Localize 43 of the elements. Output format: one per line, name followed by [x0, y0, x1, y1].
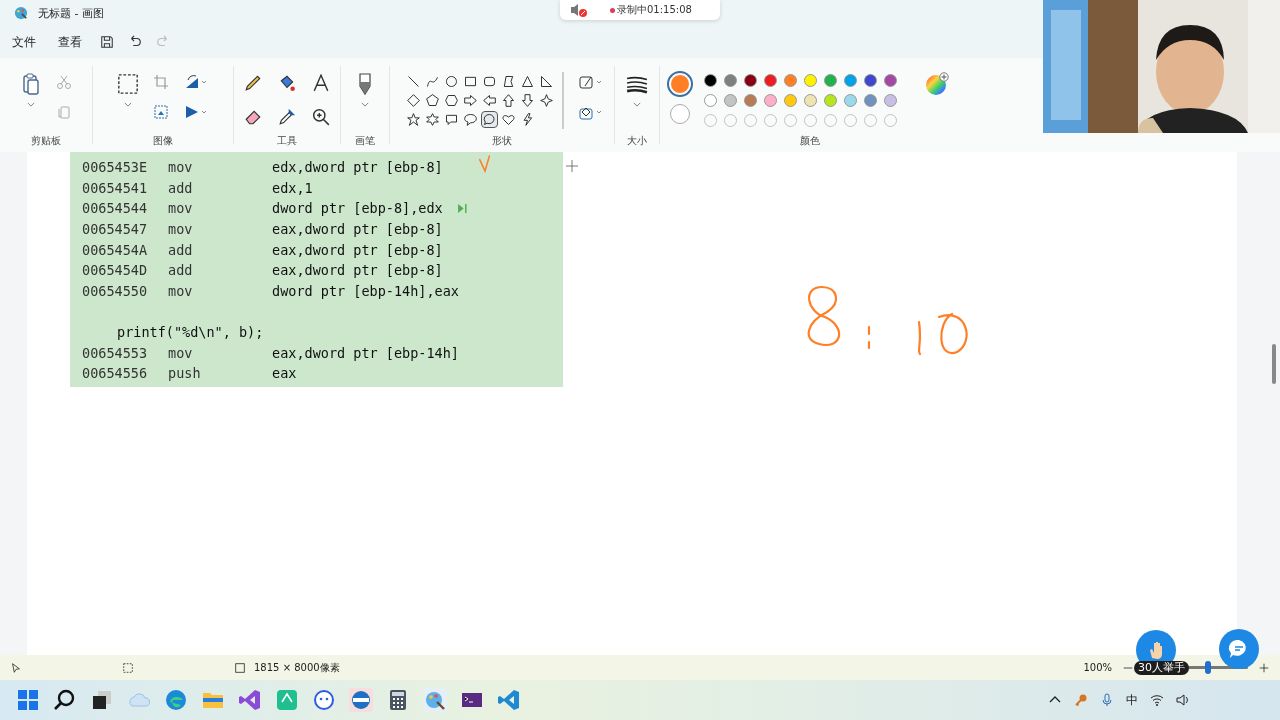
group-label: 形状 [492, 134, 512, 148]
code-opcode: add [168, 241, 194, 258]
code-address: 0065454A [82, 241, 149, 258]
code-operands: eax,dword ptr [ebp-8] [272, 241, 443, 258]
code-opcode: add [168, 262, 194, 279]
code-address: 00654556 [82, 365, 149, 382]
group-label: 大小 [627, 134, 647, 148]
group-label: 画笔 [355, 134, 375, 148]
code-opcode: mov [168, 221, 194, 238]
code-address: 0065453E [82, 159, 149, 176]
code-address: 00654544 [82, 200, 149, 217]
code-opcode: mov [168, 344, 194, 361]
code-operands: eax,dword ptr [ebp-8] [272, 221, 443, 238]
code-address: 00654550 [82, 282, 149, 299]
code-address: 00654553 [82, 344, 149, 361]
group-label: 剪贴板 [31, 134, 61, 148]
group-label: 工具 [277, 134, 297, 148]
code-opcode: mov [168, 200, 194, 217]
code-operands: eax [272, 365, 297, 382]
code-opcode: mov [168, 159, 194, 176]
canvas-size-text: 1815 × 8000像素 [254, 660, 340, 675]
code-operands: dword ptr [ebp-8],edx [272, 200, 443, 217]
code-opcode: add [168, 179, 194, 196]
window-title: 无标题 - 画图 [38, 5, 104, 21]
code-operands: edx,dword ptr [ebp-8] [272, 159, 443, 176]
code-opcode: push [168, 365, 202, 382]
code-operands: eax,dword ptr [ebp-14h] [272, 344, 459, 361]
code-address: 00654541 [82, 179, 149, 196]
zoom-level: 100% [1083, 662, 1112, 673]
code-operands: edx,1 [272, 179, 313, 196]
menu-item[interactable]: 文件 [8, 31, 40, 53]
group-label: 图像 [153, 134, 173, 148]
group-label: 颜色 [799, 134, 820, 148]
code-address: 0065454D [82, 262, 149, 279]
menu-item[interactable]: 查看 [54, 31, 86, 53]
input-method-indicator[interactable]: 中 [1126, 691, 1138, 709]
code-opcode: mov [168, 282, 194, 299]
raise-hand-tooltip: 30人举手 [1134, 661, 1189, 675]
code-address: 00654547 [82, 221, 149, 238]
code-operands: dword ptr [ebp-14h],eax [272, 282, 459, 299]
recording-timer: 录制中01:15:08 [617, 3, 692, 17]
code-source-line: printf("%d\n", b); [116, 324, 264, 341]
code-operands: eax,dword ptr [ebp-8] [272, 262, 443, 279]
